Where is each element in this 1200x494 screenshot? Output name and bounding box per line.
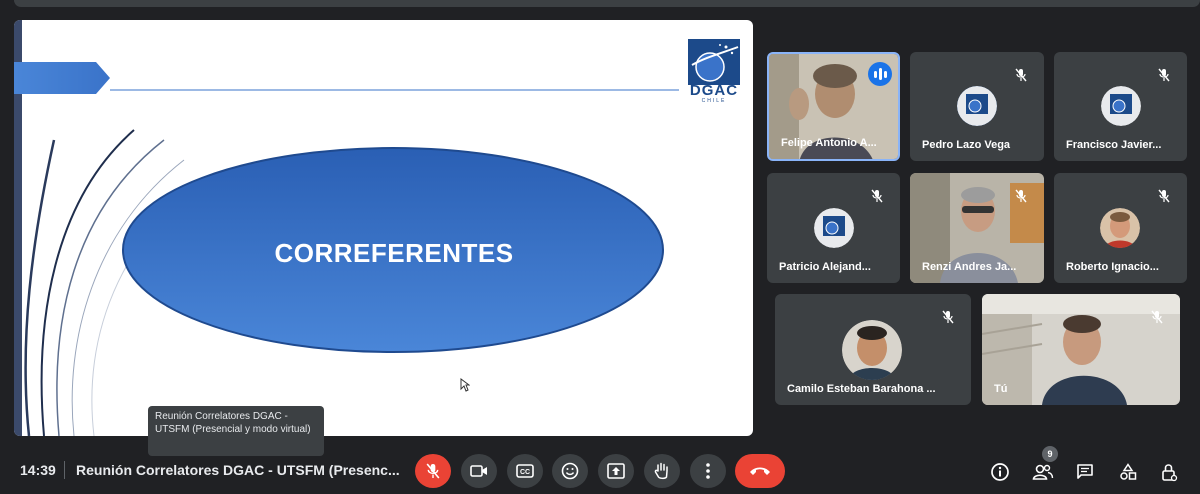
mic-off-icon [1010,185,1032,207]
captions-button[interactable]: CC [507,454,543,488]
avatar [814,208,854,248]
avatar [1100,208,1140,248]
more-vert-icon [706,463,710,479]
avatar [842,320,902,380]
chat-button[interactable] [1071,458,1099,486]
mic-off-icon [1153,64,1175,86]
slide-title: CORREFERENTES [274,237,514,268]
host-controls-icon [1162,464,1178,482]
self-view-tile[interactable]: Tú [982,294,1180,405]
mouse-cursor-icon [460,378,470,392]
participant-tile-6[interactable]: Roberto Ignacio... [1054,173,1187,283]
present-button[interactable] [598,454,634,488]
divider [64,461,65,479]
participant-name: Pedro Lazo Vega [922,139,1011,151]
activities-icon [1120,463,1137,480]
leave-call-icon [750,467,770,475]
camera-toggle-button[interactable] [461,454,497,488]
reactions-button[interactable] [552,454,588,488]
clock: 14:39 [20,462,56,478]
mic-off-icon [426,463,440,479]
host-controls-button[interactable] [1155,458,1183,486]
meeting-title[interactable]: Reunión Correlatores DGAC - UTSFM (Prese… [76,462,400,478]
participant-name: Camilo Esteban Barahona ... [787,383,936,395]
mic-off-icon [1153,185,1175,207]
info-icon [991,463,1009,481]
present-icon [607,463,625,479]
chat-icon [1077,464,1093,479]
mic-off-icon [866,185,888,207]
participant-tile-5[interactable]: Renzi Andres Ja... [910,173,1044,283]
top-strip [14,0,1200,7]
participant-name: Felipe Antonio A... [781,137,877,149]
participant-name: Francisco Javier... [1066,139,1162,151]
mic-off-icon [937,306,959,328]
people-icon [1032,464,1054,480]
raise-hand-icon [654,462,668,480]
raise-hand-button[interactable] [644,454,680,488]
emoji-icon [561,462,579,480]
participant-tile-3[interactable]: Francisco Javier... [1054,52,1187,161]
captions-icon: CC [516,464,534,478]
camera-icon [470,465,487,477]
avatar [957,86,997,126]
participant-name: Patricio Alejand... [779,261,871,273]
logo-text: DGAC [689,82,739,99]
presentation-slide: CORREFERENTES DGAC CHILE [14,20,753,436]
participant-name: Tú [994,383,1008,395]
mic-toggle-button[interactable] [415,454,451,488]
mic-off-icon [1010,64,1032,86]
svg-text:CC: CC [520,469,530,476]
speaking-indicator-icon [868,62,892,86]
bottom-bar: 14:39 Reunión Correlatores DGAC - UTSFM … [0,444,1200,494]
logo-subtext: CHILE [701,98,727,104]
activities-button[interactable] [1114,458,1142,486]
participant-tile-2[interactable]: Pedro Lazo Vega [910,52,1044,161]
mic-off-icon [1146,306,1168,328]
participant-tile-7[interactable]: Camilo Esteban Barahona ... [775,294,971,405]
leave-call-button[interactable] [735,454,785,488]
participant-tile-4[interactable]: Patricio Alejand... [767,173,900,283]
participant-count-badge: 9 [1042,446,1058,462]
meeting-info-button[interactable] [986,458,1014,486]
more-options-button[interactable] [690,454,726,488]
participant-name: Roberto Ignacio... [1066,261,1159,273]
participant-name: Renzi Andres Ja... [922,261,1017,273]
avatar [1101,86,1141,126]
people-button[interactable] [1029,458,1057,486]
participant-tile-1[interactable]: Felipe Antonio A... [767,52,900,161]
